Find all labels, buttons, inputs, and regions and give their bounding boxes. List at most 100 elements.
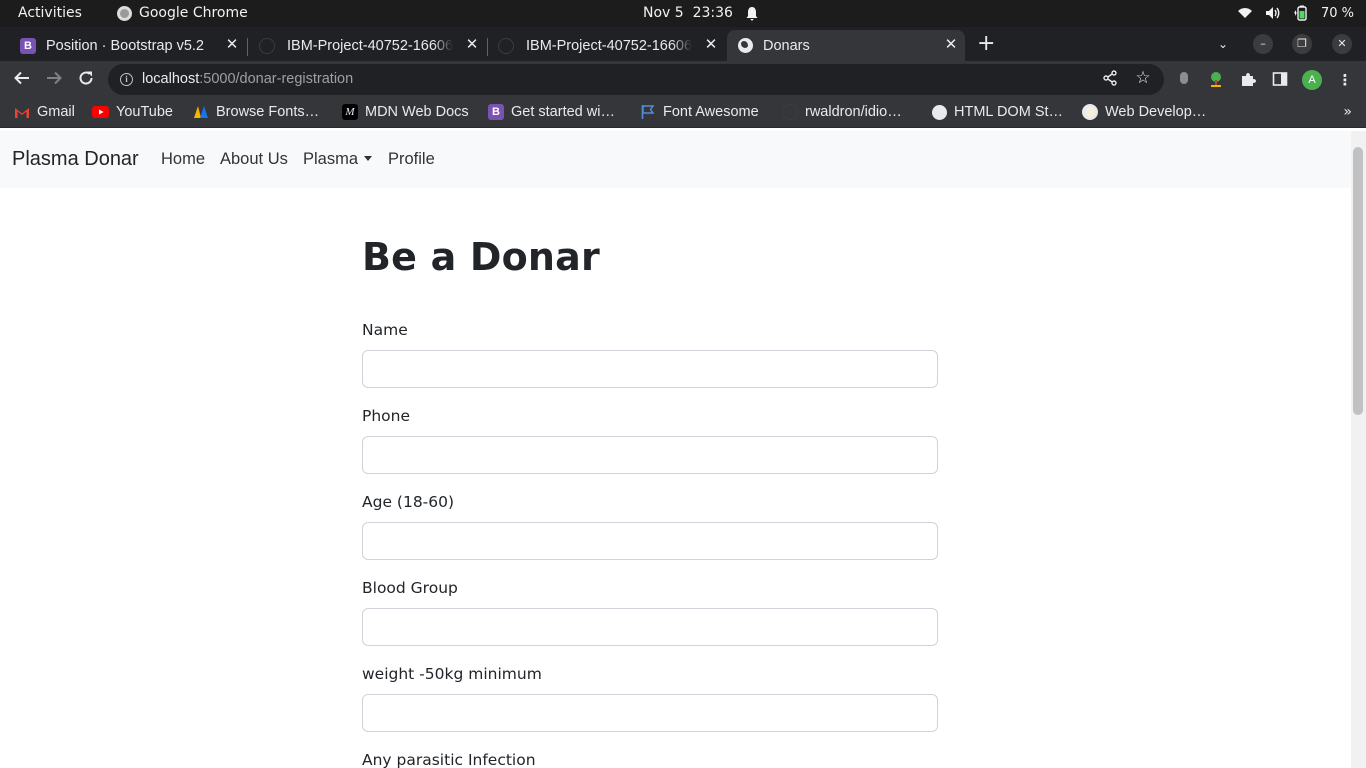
fonts-icon	[194, 106, 208, 118]
reload-button[interactable]	[75, 69, 97, 91]
volume-icon	[1265, 7, 1280, 19]
url-path: :5000/donar-registration	[199, 71, 354, 87]
nav-home[interactable]: Home	[161, 150, 205, 169]
phone-label: Phone	[362, 407, 411, 425]
tab-search-icon[interactable]: ⌄	[1213, 34, 1233, 54]
url-host: localhost	[142, 71, 200, 87]
extension-mouse-icon[interactable]	[1175, 71, 1193, 89]
page-scrollbar[interactable]	[1351, 131, 1366, 768]
tab-separator	[247, 38, 248, 56]
browser-toolbar: i localhost:5000/donar-registration ☆ A …	[0, 61, 1366, 98]
site-info-icon[interactable]: i	[120, 73, 133, 86]
tab-separator	[487, 38, 488, 56]
tab-github-1[interactable]: IBM-Project-40752-166063 ✕	[250, 30, 486, 61]
bootstrap-icon: B	[20, 37, 36, 54]
parasitic-infection-label: Any parasitic Infection	[362, 751, 536, 768]
bookmark-mdn[interactable]: M MDN Web Docs	[342, 104, 469, 120]
activities-button[interactable]: Activities	[18, 5, 82, 21]
alarm-icon	[746, 6, 758, 20]
globe-icon	[738, 38, 753, 53]
chrome-menu-icon[interactable]: ⋮	[1336, 71, 1354, 89]
side-panel-icon[interactable]	[1271, 71, 1289, 89]
age-input[interactable]	[362, 522, 938, 560]
github-icon	[259, 37, 275, 54]
close-tab-icon[interactable]: ✕	[943, 37, 959, 53]
bookmark-web-develop[interactable]: Web Develop…	[1082, 104, 1206, 120]
bookmark-star-icon[interactable]: ☆	[1134, 69, 1152, 87]
share-icon[interactable]	[1101, 70, 1119, 88]
network-icon	[1237, 8, 1252, 18]
site-navbar: Plasma Donar Home About Us Plasma Profil…	[0, 131, 1351, 188]
flag-icon	[641, 105, 655, 119]
close-tab-icon[interactable]: ✕	[703, 37, 719, 53]
system-top-bar: Activities Google Chrome Nov 5 23:36 70 …	[0, 0, 1366, 27]
time: 23:36	[692, 5, 733, 21]
app-name: Google Chrome	[139, 5, 248, 21]
battery-icon	[1293, 5, 1307, 21]
minimize-window-button[interactable]: –	[1253, 34, 1273, 54]
address-bar[interactable]: i localhost:5000/donar-registration ☆	[108, 64, 1164, 95]
reload-icon	[79, 71, 93, 85]
github-icon	[498, 37, 514, 54]
js-icon	[1082, 104, 1098, 120]
mdn-icon: M	[342, 104, 358, 120]
nav-profile[interactable]: Profile	[388, 150, 435, 169]
weight-input[interactable]	[362, 694, 938, 732]
weight-label: weight -50kg minimum	[362, 665, 542, 683]
youtube-icon	[92, 106, 109, 118]
name-input[interactable]	[362, 350, 938, 388]
caret-down-icon	[364, 156, 373, 161]
nav-plasma-dropdown[interactable]: Plasma	[303, 150, 373, 169]
phone-input[interactable]	[362, 436, 938, 474]
scrollbar-thumb[interactable]	[1353, 147, 1363, 415]
restore-window-button[interactable]: ❐	[1292, 34, 1312, 54]
github-icon	[782, 104, 798, 120]
battery-percentage: 70 %	[1320, 5, 1354, 21]
tab-title: IBM-Project-40752-166063	[526, 37, 692, 54]
extensions-puzzle-icon[interactable]	[1239, 71, 1257, 89]
tab-donars[interactable]: Donars ✕	[727, 30, 965, 61]
forward-button[interactable]	[43, 69, 65, 91]
clock[interactable]: Nov 5 23:36	[643, 5, 759, 21]
age-label: Age (18-60)	[362, 493, 455, 511]
nav-plasma-label: Plasma	[303, 150, 359, 168]
extension-tree-icon[interactable]	[1207, 71, 1225, 89]
close-window-button[interactable]: ✕	[1332, 34, 1352, 54]
page-viewport: Plasma Donar Home About Us Plasma Profil…	[0, 131, 1351, 768]
system-tray[interactable]: 70 %	[1237, 5, 1354, 21]
back-button[interactable]	[11, 69, 33, 91]
bookmark-font-awesome[interactable]: Font Awesome	[640, 104, 759, 120]
app-menu[interactable]: Google Chrome	[117, 5, 248, 21]
bootstrap-icon: B	[488, 104, 504, 120]
close-tab-icon[interactable]: ✕	[464, 37, 480, 53]
bookmark-get-started[interactable]: B Get started wi…	[488, 104, 615, 120]
tab-title: Donars	[763, 37, 810, 54]
url-text[interactable]: localhost:5000/donar-registration	[142, 71, 353, 87]
back-arrow-icon	[14, 71, 29, 85]
nav-about-us[interactable]: About Us	[220, 150, 288, 169]
bookmarks-overflow-icon[interactable]: »	[1343, 104, 1352, 120]
tab-title: Position · Bootstrap v5.2	[46, 37, 204, 54]
tab-title: IBM-Project-40752-166063	[287, 37, 453, 54]
bookmark-youtube[interactable]: YouTube	[92, 104, 173, 120]
globe-icon	[932, 104, 947, 120]
new-tab-button[interactable]: +	[977, 33, 995, 55]
site-brand[interactable]: Plasma Donar	[12, 148, 139, 171]
tab-github-2[interactable]: IBM-Project-40752-166063 ✕	[489, 30, 725, 61]
page-title: Be a Donar	[362, 235, 600, 279]
chrome-icon	[117, 5, 132, 21]
blood-group-input[interactable]	[362, 608, 938, 646]
gmail-icon	[15, 107, 29, 118]
forward-arrow-icon	[47, 71, 62, 85]
date: Nov 5	[643, 5, 684, 21]
bookmark-gmail[interactable]: Gmail	[14, 104, 75, 120]
blood-group-label: Blood Group	[362, 579, 458, 597]
tab-bootstrap[interactable]: B Position · Bootstrap v5.2 ✕	[12, 30, 246, 61]
bookmark-browse-fonts[interactable]: Browse Fonts…	[193, 104, 319, 120]
bookmark-rwaldron[interactable]: rwaldron/idio…	[782, 104, 902, 120]
profile-avatar[interactable]: A	[1302, 70, 1322, 90]
donor-registration-form: Be a Donar Name Phone Age (18-60) Blood …	[362, 235, 938, 768]
close-tab-icon[interactable]: ✕	[224, 37, 240, 53]
bookmarks-bar: Gmail YouTube Browse Fonts… M MDN Web Do…	[0, 98, 1366, 128]
bookmark-html-dom[interactable]: HTML DOM St…	[932, 104, 1063, 120]
